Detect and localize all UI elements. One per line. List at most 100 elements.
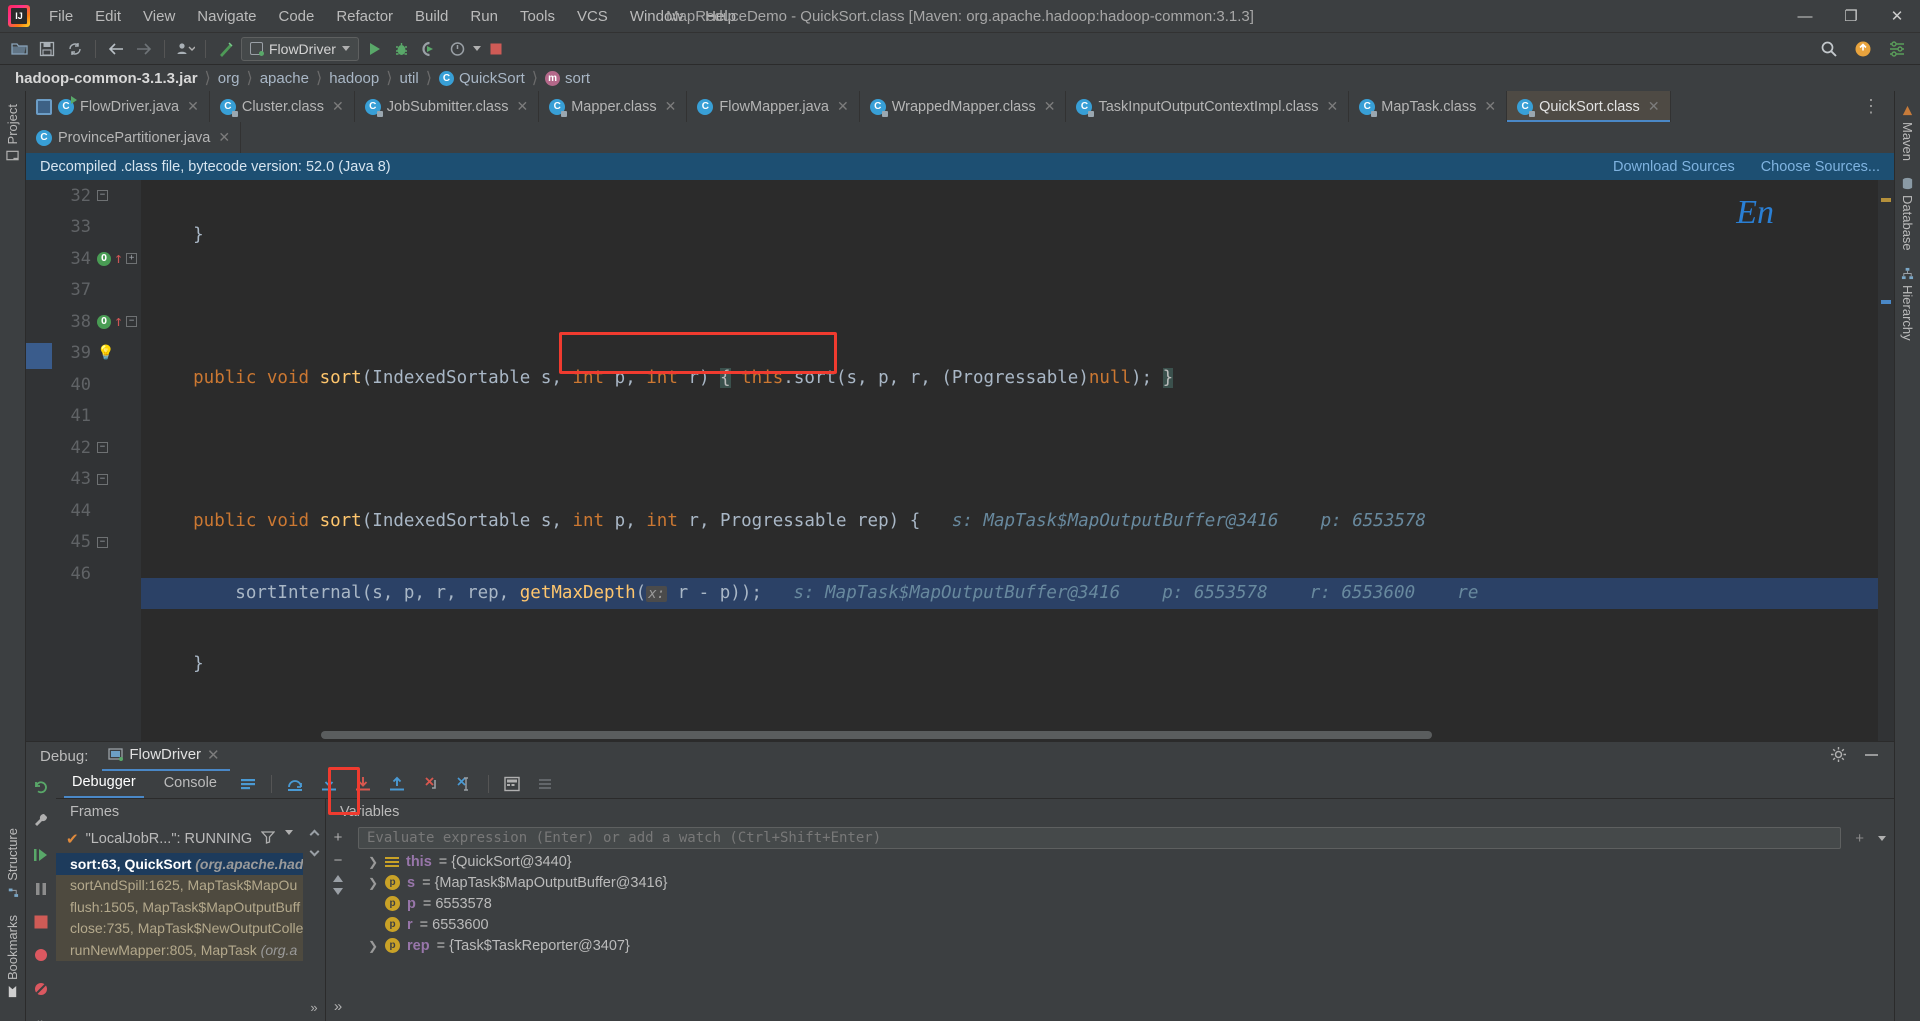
force-step-into-icon[interactable] bbox=[352, 773, 374, 795]
expand-chevron-icon[interactable]: ❯ bbox=[368, 855, 378, 869]
caret-marker[interactable] bbox=[1881, 300, 1891, 304]
sidebar-item-maven[interactable]: Maven bbox=[1896, 97, 1919, 168]
tabs-overflow-icon[interactable]: ⋮ bbox=[1850, 91, 1894, 122]
run-coverage-icon[interactable] bbox=[417, 37, 443, 61]
intention-bulb-icon[interactable]: 💡 bbox=[97, 345, 114, 361]
menu-item-help[interactable]: Help bbox=[694, 4, 747, 29]
frame-item[interactable]: sort:63, QuickSort (org.apache.hadoo bbox=[56, 853, 303, 875]
run-icon[interactable] bbox=[361, 37, 387, 61]
expand-chevron-icon[interactable]: ❯ bbox=[368, 876, 378, 890]
frame-item[interactable]: sortAndSpill:1625, MapTask$MapOu bbox=[56, 874, 303, 896]
hide-icon[interactable] bbox=[1863, 746, 1880, 767]
tab-wrappedmapper-class[interactable]: C WrappedMapper.class ✕ bbox=[859, 91, 1067, 122]
breadcrumb-item-jar[interactable]: hadoop-common-3.1.3.jar bbox=[10, 70, 203, 87]
editor-horizontal-scrollbar[interactable] bbox=[321, 731, 1864, 739]
tab-flowmapper-java[interactable]: C FlowMapper.java ✕ bbox=[687, 91, 860, 122]
menu-item-file[interactable]: File bbox=[38, 4, 84, 29]
fold-icon[interactable]: − bbox=[97, 190, 108, 202]
override-marker-icon[interactable]: O bbox=[97, 251, 111, 266]
close-icon[interactable]: ✕ bbox=[218, 129, 230, 146]
add-watch-icon[interactable]: + bbox=[334, 829, 343, 846]
back-icon[interactable] bbox=[103, 37, 129, 61]
fold-icon[interactable]: + bbox=[126, 253, 138, 265]
more-actions-icon[interactable]: » bbox=[334, 998, 342, 1021]
breadcrumb-item-quicksort[interactable]: C QuickSort bbox=[434, 70, 530, 87]
minimize-button[interactable]: — bbox=[1782, 0, 1828, 33]
code-text-area[interactable]: } public void sort(IndexedSortable s, in… bbox=[141, 180, 1894, 741]
tab-jobsubmitter-class[interactable]: C JobSubmitter.class ✕ bbox=[354, 91, 540, 122]
fold-icon[interactable]: − bbox=[97, 442, 108, 454]
fold-icon[interactable]: − bbox=[97, 536, 108, 548]
close-icon[interactable]: ✕ bbox=[1484, 98, 1496, 115]
tab-console[interactable]: Console bbox=[156, 771, 225, 797]
fold-icon[interactable]: − bbox=[126, 316, 138, 328]
forward-icon[interactable] bbox=[131, 37, 157, 61]
frame-item[interactable]: close:735, MapTask$NewOutputColle bbox=[56, 917, 303, 939]
open-folder-icon[interactable] bbox=[6, 37, 32, 61]
step-into-icon[interactable] bbox=[318, 773, 340, 795]
close-icon[interactable]: ✕ bbox=[1327, 98, 1339, 115]
close-icon[interactable]: ✕ bbox=[187, 98, 199, 115]
menu-item-tools[interactable]: Tools bbox=[509, 4, 566, 29]
scroll-up-icon[interactable] bbox=[309, 829, 319, 840]
profiler-icon[interactable] bbox=[445, 37, 471, 61]
choose-sources-link[interactable]: Choose Sources... bbox=[1761, 159, 1880, 175]
thread-selector[interactable]: ✔ "LocalJobR...": RUNNING bbox=[56, 825, 303, 853]
vcs-update-icon[interactable] bbox=[172, 37, 198, 61]
more-actions-icon[interactable]: » bbox=[310, 1000, 317, 1021]
menu-item-edit[interactable]: Edit bbox=[84, 4, 132, 29]
close-icon[interactable]: ✕ bbox=[207, 746, 220, 764]
run-to-cursor-icon[interactable] bbox=[454, 773, 476, 795]
debug-session-tab[interactable]: FlowDriver ✕ bbox=[102, 742, 230, 771]
code-editor[interactable]: 32− 33 34 O ↑ + 37 38 O ↑ − 39 💡 40 41 42− 43− … bbox=[26, 180, 1894, 741]
chevron-down-icon[interactable] bbox=[285, 830, 293, 835]
menu-item-window[interactable]: Window bbox=[619, 4, 694, 29]
updates-icon[interactable] bbox=[1850, 37, 1876, 61]
evaluate-expression-icon[interactable] bbox=[501, 773, 523, 795]
pause-program-icon[interactable] bbox=[32, 880, 50, 902]
close-icon[interactable]: ✕ bbox=[665, 98, 677, 115]
download-sources-link[interactable]: Download Sources bbox=[1613, 159, 1735, 175]
settings-icon[interactable] bbox=[1884, 37, 1910, 61]
breadcrumb-item-hadoop[interactable]: hadoop bbox=[324, 70, 384, 87]
editor-marker-column[interactable] bbox=[1878, 180, 1894, 741]
save-all-icon[interactable] bbox=[34, 37, 60, 61]
filter-icon[interactable] bbox=[260, 830, 276, 848]
tab-taskinputoutputcontextimpl-class[interactable]: C TaskInputOutputContextImpl.class ✕ bbox=[1066, 91, 1350, 122]
sync-icon[interactable] bbox=[62, 37, 88, 61]
warning-marker[interactable] bbox=[1881, 198, 1891, 202]
frames-list[interactable]: sort:63, QuickSort (org.apache.hadoo sor… bbox=[56, 853, 303, 1021]
move-up-icon[interactable] bbox=[333, 875, 343, 882]
step-over-icon[interactable] bbox=[284, 773, 306, 795]
step-out-icon[interactable] bbox=[386, 773, 408, 795]
drop-frame-icon[interactable] bbox=[420, 773, 442, 795]
tab-flowdriver-java[interactable]: C FlowDriver.java ✕ bbox=[26, 91, 210, 122]
search-icon[interactable] bbox=[1816, 37, 1842, 61]
sidebar-item-structure[interactable]: Structure bbox=[1, 821, 24, 906]
settings-icon[interactable] bbox=[535, 773, 557, 795]
settings-icon[interactable] bbox=[1830, 746, 1847, 767]
variable-row[interactable]: ❯ this = {QuickSort@3440} bbox=[350, 851, 1894, 872]
menu-item-build[interactable]: Build bbox=[404, 4, 459, 29]
scroll-down-icon[interactable] bbox=[309, 846, 319, 857]
settings-wrench-icon[interactable] bbox=[32, 812, 50, 834]
sidebar-item-project[interactable]: Project bbox=[1, 97, 24, 169]
breadcrumb-item-util[interactable]: util bbox=[395, 70, 424, 87]
breadcrumb-item-org[interactable]: org bbox=[213, 70, 245, 87]
view-breakpoints-icon[interactable] bbox=[32, 946, 50, 968]
profiler-chevron-icon[interactable] bbox=[472, 46, 481, 51]
tab-maptask-class[interactable]: C MapTask.class ✕ bbox=[1349, 91, 1508, 122]
tab-quicksort-class[interactable]: C QuickSort.class ✕ bbox=[1507, 91, 1671, 122]
rerun-icon[interactable] bbox=[32, 778, 50, 800]
menu-item-run[interactable]: Run bbox=[459, 4, 509, 29]
run-configuration-selector[interactable]: FlowDriver bbox=[241, 36, 359, 61]
expand-chevron-icon[interactable]: ❯ bbox=[368, 939, 378, 953]
stop-icon[interactable] bbox=[483, 37, 509, 61]
override-marker-icon[interactable]: O bbox=[97, 314, 111, 329]
sidebar-item-bookmarks[interactable]: Bookmarks bbox=[1, 908, 24, 1005]
editor-gutter[interactable]: 32− 33 34 O ↑ + 37 38 O ↑ − 39 💡 40 41 42− 43− … bbox=[26, 180, 141, 741]
scrollbar-thumb[interactable] bbox=[321, 731, 1432, 739]
tab-debugger[interactable]: Debugger bbox=[64, 770, 144, 798]
debug-icon[interactable] bbox=[389, 37, 415, 61]
frame-item[interactable]: flush:1505, MapTask$MapOutputBuff bbox=[56, 896, 303, 918]
